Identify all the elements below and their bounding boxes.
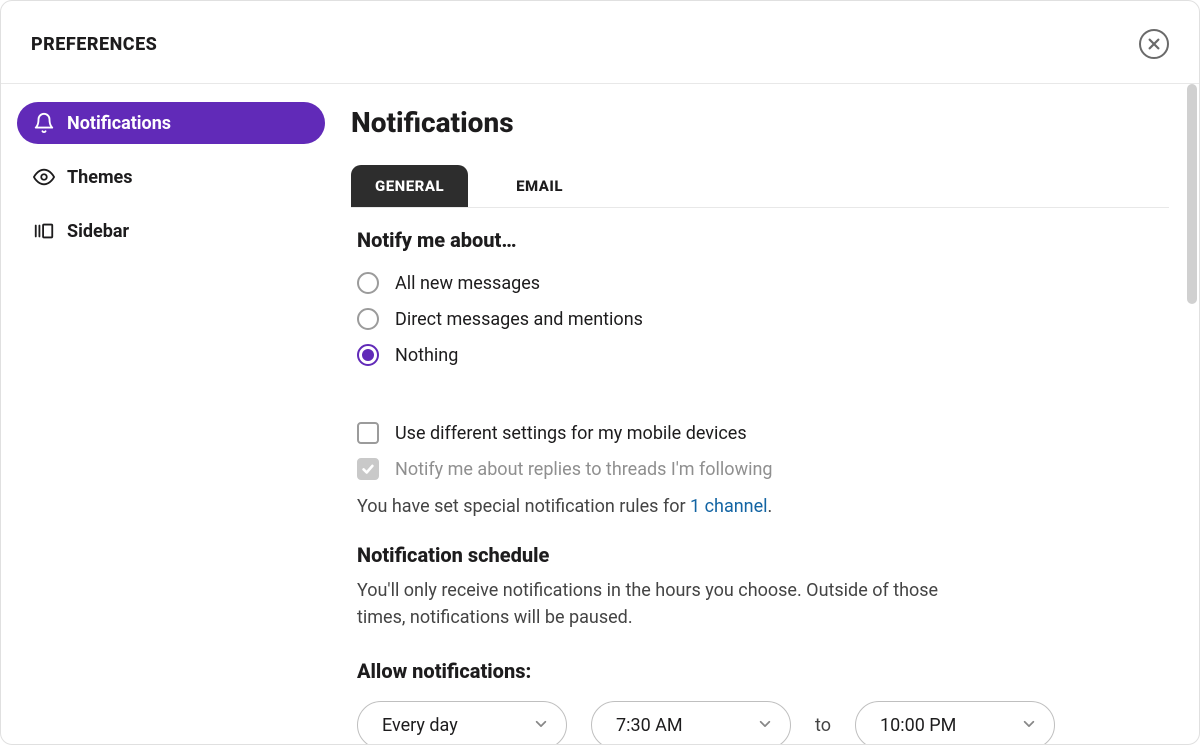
allow-section: Allow notifications: Every day 7:30 AM — [351, 639, 1169, 744]
sidebar-layout-icon — [33, 220, 55, 242]
eye-icon — [33, 166, 55, 188]
sidebar-item-label: Sidebar — [67, 221, 129, 242]
frequency-select[interactable]: Every day — [357, 701, 567, 744]
radio-dm-mentions[interactable] — [357, 308, 379, 330]
checkbox-label: Notify me about replies to threads I'm f… — [395, 459, 773, 480]
sidebar-item-sidebar[interactable]: Sidebar — [17, 210, 325, 252]
scrollbar-thumb[interactable] — [1187, 84, 1197, 304]
schedule-section: Notification schedule You'll only receiv… — [351, 523, 1169, 631]
checkbox-thread-replies — [357, 458, 379, 480]
notify-heading: Notify me about… — [357, 228, 1163, 252]
modal-title: PREFERENCES — [31, 34, 157, 55]
allow-heading: Allow notifications: — [357, 659, 1163, 683]
schedule-heading: Notification schedule — [357, 543, 1163, 567]
radio-all-messages[interactable] — [357, 272, 379, 294]
to-label: to — [815, 715, 831, 736]
sidebar-item-label: Themes — [67, 167, 133, 188]
bell-icon — [33, 112, 55, 134]
radio-row-all-messages[interactable]: All new messages — [357, 272, 1163, 294]
sidebar-item-notifications[interactable]: Notifications — [17, 102, 325, 144]
modal-body: Notifications Themes — [1, 84, 1199, 744]
radio-label: Nothing — [395, 345, 458, 366]
sidebar-item-themes[interactable]: Themes — [17, 156, 325, 198]
close-icon — [1147, 37, 1161, 51]
chevron-down-icon — [534, 715, 548, 736]
tab-general[interactable]: GENERAL — [351, 165, 468, 207]
preferences-modal: PREFERENCES Notifications — [0, 0, 1200, 745]
page-title: Notifications — [351, 106, 1169, 139]
end-time-select[interactable]: 10:00 PM — [855, 701, 1055, 744]
chevron-down-icon — [758, 715, 772, 736]
checkbox-row-mobile[interactable]: Use different settings for my mobile dev… — [357, 422, 1163, 444]
radio-nothing[interactable] — [357, 344, 379, 366]
checkbox-mobile-settings[interactable] — [357, 422, 379, 444]
close-button[interactable] — [1139, 29, 1169, 59]
radio-row-nothing[interactable]: Nothing — [357, 344, 1163, 366]
checkbox-row-threads: Notify me about replies to threads I'm f… — [357, 458, 1163, 480]
special-rules-link[interactable]: 1 channel — [690, 496, 768, 517]
select-value: 7:30 AM — [616, 715, 683, 736]
select-value: Every day — [382, 715, 458, 736]
radio-label: All new messages — [395, 273, 540, 294]
check-icon — [361, 462, 375, 476]
radio-row-dm-mentions[interactable]: Direct messages and mentions — [357, 308, 1163, 330]
special-rules-note: You have set special notification rules … — [357, 496, 1163, 517]
start-time-select[interactable]: 7:30 AM — [591, 701, 791, 744]
modal-header: PREFERENCES — [1, 1, 1199, 84]
select-value: 10:00 PM — [880, 715, 956, 736]
checkbox-label: Use different settings for my mobile dev… — [395, 423, 747, 444]
chevron-down-icon — [1022, 715, 1036, 736]
content-panel: Notifications GENERAL EMAIL Notify me ab… — [341, 84, 1199, 744]
sidebar-item-label: Notifications — [67, 113, 171, 134]
radio-label: Direct messages and mentions — [395, 309, 643, 330]
tab-email[interactable]: EMAIL — [492, 165, 587, 207]
notify-me-section: Notify me about… All new messages Direct… — [351, 208, 1169, 517]
schedule-select-row: Every day 7:30 AM to — [357, 701, 1163, 744]
tabs: GENERAL EMAIL — [351, 165, 1169, 208]
preferences-sidebar: Notifications Themes — [1, 84, 341, 744]
schedule-description: You'll only receive notifications in the… — [357, 577, 977, 631]
